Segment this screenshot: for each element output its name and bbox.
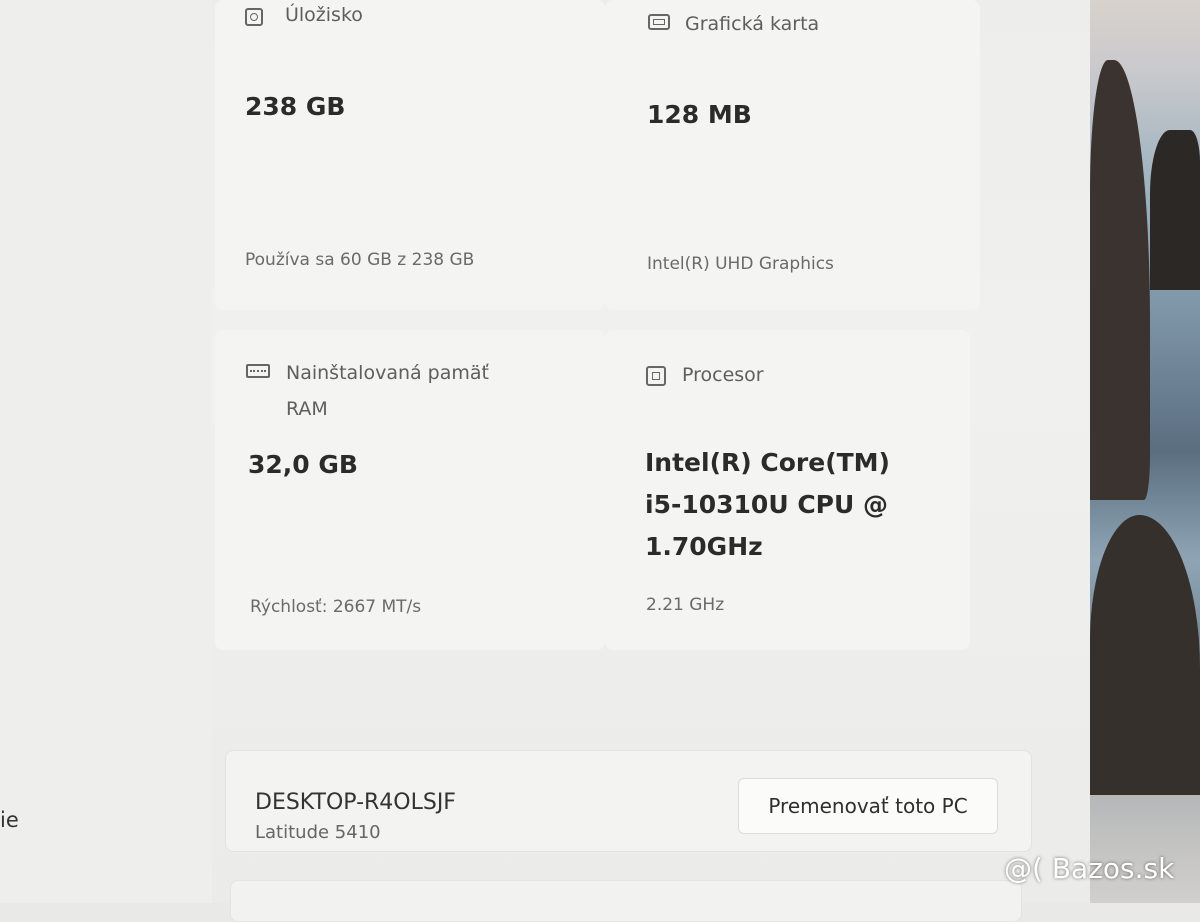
rock-formation <box>1090 60 1150 500</box>
watermark: @( Bazos.sk <box>1004 852 1175 885</box>
desktop-wallpaper <box>1090 0 1200 903</box>
settings-window: ie Úložisko 238 GB Používa sa 60 GB z 23… <box>0 0 1090 922</box>
device-name: DESKTOP-R4OLSJF <box>255 790 456 815</box>
graphics-card-label: Grafická karta <box>685 13 820 35</box>
processor-icon <box>646 366 666 386</box>
graphics-card-model: Intel(R) UHD Graphics <box>647 254 834 274</box>
rock-formation <box>1090 515 1200 795</box>
memory-label-ram: RAM <box>286 398 328 420</box>
rename-pc-button[interactable]: Premenovať toto PC <box>738 778 998 834</box>
memory-value: 32,0 GB <box>248 450 358 479</box>
memory-speed: Rýchlosť: 2667 MT/s <box>250 597 422 617</box>
processor-label: Procesor <box>682 364 764 386</box>
graphics-card-icon <box>648 14 670 30</box>
rock-formation <box>1150 130 1200 290</box>
graphics-card-value: 128 MB <box>647 100 752 129</box>
next-card <box>230 880 1022 922</box>
navigation-pane: ie <box>0 0 212 903</box>
hard-disk-icon <box>245 8 263 26</box>
memory-label: Nainštalovaná pamäť <box>286 362 489 384</box>
processor-speed: 2.21 GHz <box>646 595 725 615</box>
storage-value: 238 GB <box>245 92 346 121</box>
nav-item-label-fragment[interactable]: ie <box>0 808 19 832</box>
processor-value: Intel(R) Core(TM) i5-10310U CPU @ 1.70GH… <box>645 448 890 561</box>
storage-usage: Používa sa 60 GB z 238 GB <box>245 250 475 270</box>
device-model: Latitude 5410 <box>255 822 381 843</box>
storage-label: Úložisko <box>285 4 363 26</box>
memory-icon <box>246 364 270 378</box>
